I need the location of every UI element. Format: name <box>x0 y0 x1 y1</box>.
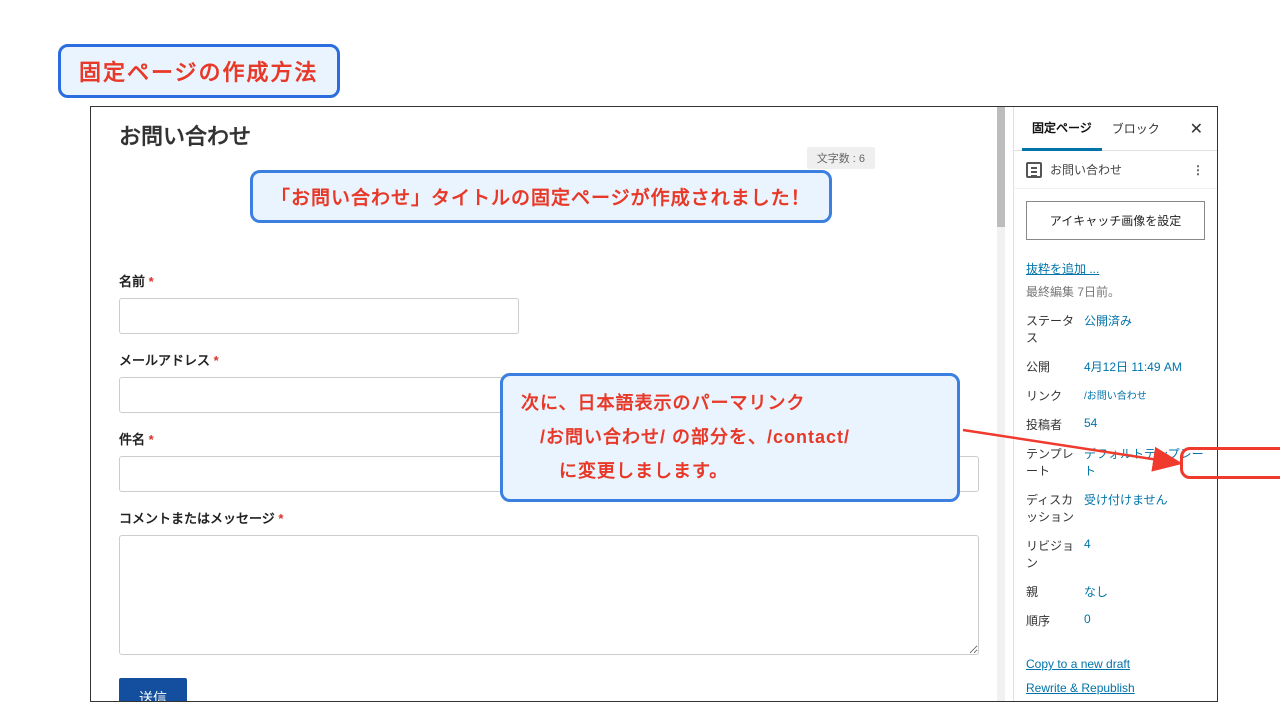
annotation-permalink-line2: /お問い合わせ/ の部分を、/contact/ <box>521 420 939 454</box>
discussion-value[interactable]: 受け付けません <box>1084 491 1205 508</box>
tab-page[interactable]: 固定ページ <box>1022 107 1102 151</box>
tab-block[interactable]: ブロック <box>1102 108 1170 149</box>
required-mark: * <box>278 511 283 526</box>
parent-key: 親 <box>1026 583 1084 600</box>
email-label-text: メールアドレス <box>119 353 210 368</box>
message-label-text: コメントまたはメッセージ <box>119 511 275 526</box>
close-icon[interactable]: ✕ <box>1184 115 1209 143</box>
rewrite-republish-link[interactable]: Rewrite & Republish <box>1026 681 1135 695</box>
sidebar-action-links: Copy to a new draft Rewrite & Republish <box>1014 639 1217 713</box>
revision-value[interactable]: 4 <box>1084 537 1205 551</box>
subject-label-text: 件名 <box>119 432 145 447</box>
sidebar-doc-summary: お問い合わせ ⋮ <box>1014 151 1217 189</box>
page-icon <box>1026 162 1042 178</box>
annotation-permalink-line3: に変更しまします。 <box>521 454 939 488</box>
required-mark: * <box>149 274 154 289</box>
template-key: テンプレート <box>1026 445 1084 479</box>
author-value[interactable]: 54 <box>1084 416 1205 430</box>
editor-scrollbar-thumb[interactable] <box>997 107 1005 227</box>
copy-draft-link[interactable]: Copy to a new draft <box>1026 657 1130 671</box>
tutorial-title-callout: 固定ページの作成方法 <box>58 44 340 98</box>
required-mark: * <box>214 353 219 368</box>
discussion-key: ディスカッション <box>1026 491 1084 525</box>
word-count-badge: 文字数 : 6 <box>807 147 875 169</box>
link-value[interactable]: /お問い合わせ <box>1084 387 1205 402</box>
author-key: 投稿者 <box>1026 416 1084 433</box>
submit-button[interactable]: 送信 <box>119 678 187 701</box>
editor-scrollbar-track[interactable] <box>997 107 1005 701</box>
add-excerpt-link[interactable]: 抜粋を追加 ... <box>1026 262 1099 276</box>
settings-sidebar: 固定ページ ブロック ✕ お問い合わせ ⋮ アイキャッチ画像を設定 抜粋を追加 … <box>1013 107 1217 701</box>
set-featured-image-button[interactable]: アイキャッチ画像を設定 <box>1026 201 1205 240</box>
status-key: ステータス <box>1026 312 1084 346</box>
link-key: リンク <box>1026 387 1084 404</box>
name-label-text: 名前 <box>119 274 145 289</box>
annotation-permalink-line1: 次に、日本語表示のパーマリンク <box>521 386 939 420</box>
more-icon[interactable]: ⋮ <box>1192 163 1205 177</box>
highlight-link-box <box>1180 447 1280 479</box>
annotation-created: 「お問い合わせ」タイトルの固定ページが作成されました！ <box>250 170 832 223</box>
publish-key: 公開 <box>1026 358 1084 375</box>
name-input[interactable] <box>119 298 519 334</box>
sidebar-tabs: 固定ページ ブロック ✕ <box>1014 107 1217 151</box>
message-label: コメントまたはメッセージ * <box>119 508 989 527</box>
last-edit-text: 最終編集 7日前。 <box>1026 283 1205 300</box>
sidebar-doc-title: お問い合わせ <box>1050 161 1122 178</box>
name-label: 名前 * <box>119 271 989 290</box>
publish-value[interactable]: 4月12日 11:49 AM <box>1084 358 1205 375</box>
order-value[interactable]: 0 <box>1084 612 1205 626</box>
annotation-permalink: 次に、日本語表示のパーマリンク /お問い合わせ/ の部分を、/contact/ … <box>500 373 960 502</box>
order-key: 順序 <box>1026 612 1084 629</box>
message-textarea[interactable] <box>119 535 979 655</box>
email-label: メールアドレス * <box>119 350 989 369</box>
parent-value[interactable]: なし <box>1084 583 1205 600</box>
required-mark: * <box>149 432 154 447</box>
status-value[interactable]: 公開済み <box>1084 312 1205 329</box>
revision-key: リビジョン <box>1026 537 1084 571</box>
email-input[interactable] <box>119 377 519 413</box>
